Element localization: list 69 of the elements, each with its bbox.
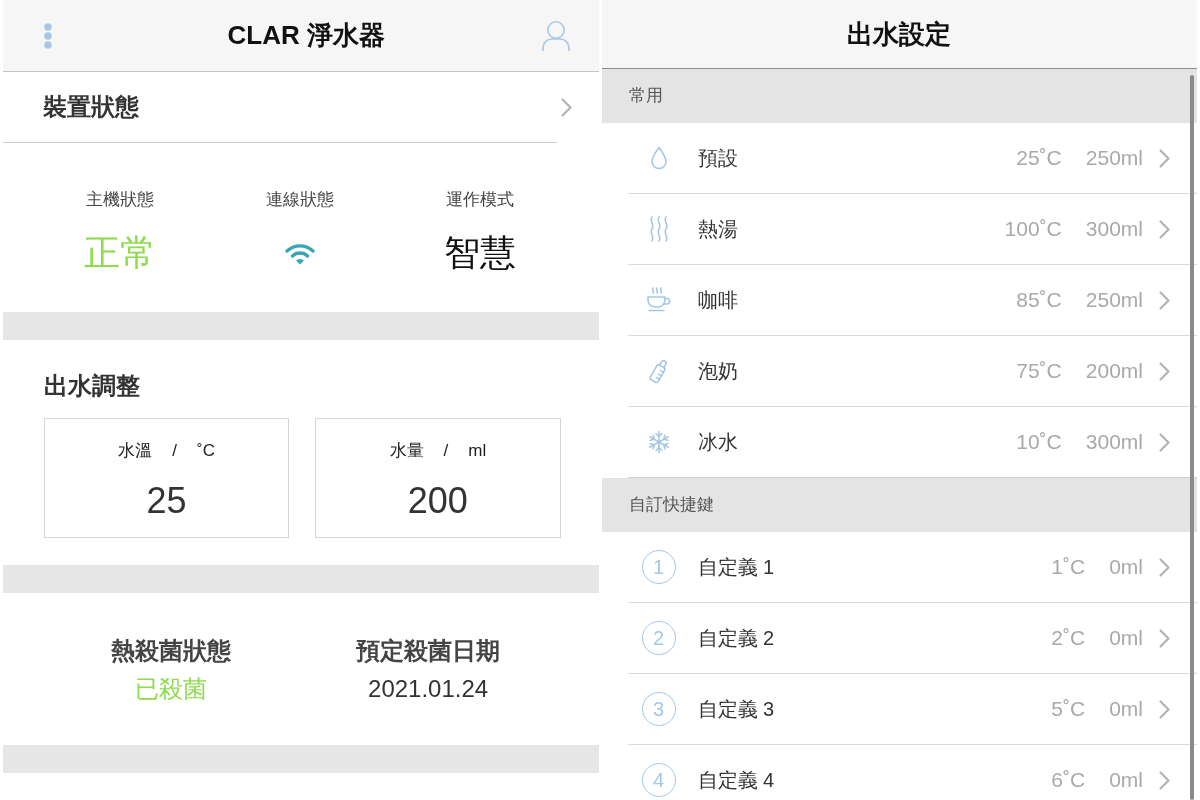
status-value: 智慧 (444, 231, 517, 275)
chevron-right-icon (1159, 557, 1170, 577)
info-value: 2021.01.24 (368, 674, 489, 704)
temperature-value: 10˚C (1016, 429, 1062, 456)
volume-value: 300ml (1085, 429, 1143, 456)
volume-value: 250ml (1085, 287, 1143, 314)
volume-value: 200ml (1085, 358, 1143, 385)
temperature-value: 5˚C (1051, 696, 1086, 723)
chevron-right-icon (1159, 699, 1170, 719)
status-label: 運作模式 (446, 189, 515, 211)
app-title: CLAR 淨水器 (227, 19, 385, 52)
preset-name: 熱湯 (697, 217, 738, 242)
volume-value: 300ml (1085, 216, 1143, 243)
separator-text: / (172, 440, 177, 462)
temperature-value: 100˚C (1004, 216, 1062, 243)
temperature-value: 2˚C (1051, 625, 1086, 652)
status-value: 正常 (84, 231, 157, 275)
temperature-value: 75˚C (1016, 358, 1062, 385)
chevron-right-icon (1159, 219, 1170, 239)
setting-label: 水溫 (118, 440, 153, 462)
preset-name: 冰水 (697, 430, 738, 455)
info-label: 熱殺菌狀態 (111, 636, 232, 666)
preset-name: 咖啡 (697, 288, 738, 313)
status-label: 連線狀態 (266, 189, 335, 211)
chevron-right-icon (1159, 432, 1170, 452)
unit-label: ˚C (197, 440, 215, 462)
menu-icon[interactable] (42, 22, 54, 49)
section-title: 裝置狀態 (43, 92, 139, 122)
volume-value: 250ml (1085, 145, 1143, 172)
preset-name: 自定義 4 (697, 768, 775, 793)
temperature-value: 85˚C (1016, 287, 1062, 314)
steam-lines-icon (647, 216, 670, 242)
setting-label: 水量 (389, 440, 424, 462)
setting-card[interactable]: 水量 / ml 200 (315, 418, 561, 538)
chevron-right-icon (1159, 361, 1170, 381)
temperature-value: 1˚C (1051, 554, 1086, 581)
chevron-right-icon (560, 97, 572, 117)
info-value: 已殺菌 (135, 674, 208, 704)
snowflake-icon (646, 430, 671, 454)
chevron-right-icon (1159, 148, 1170, 168)
device-status-row[interactable]: 裝置狀態 (3, 72, 599, 142)
section-title: 常用 (628, 85, 663, 108)
temperature-value: 6˚C (1051, 767, 1086, 794)
chevron-right-icon (1159, 628, 1170, 648)
chevron-right-icon (1159, 290, 1170, 310)
preset-name: 預設 (697, 146, 738, 171)
unit-label: ml (468, 440, 487, 462)
preset-name: 自定義 2 (697, 626, 775, 651)
coffee-cup-icon (645, 287, 672, 313)
preset-name: 泡奶 (697, 359, 738, 384)
preset-name: 自定義 1 (697, 555, 775, 580)
status-label: 主機狀態 (86, 189, 155, 211)
setting-value: 25 (146, 479, 187, 523)
water-drop-icon (649, 146, 668, 170)
volume-value: 0ml (1109, 625, 1143, 652)
setting-value: 200 (407, 479, 468, 523)
page-title: 出水設定 (847, 17, 952, 51)
separator-text: / (443, 440, 449, 462)
user-icon[interactable] (540, 19, 571, 52)
preset-name: 自定義 3 (697, 697, 775, 722)
volume-value: 0ml (1109, 554, 1143, 581)
setting-card[interactable]: 水溫 / ˚C 25 (44, 418, 290, 538)
section-title: 自訂快捷鍵 (628, 494, 714, 517)
volume-value: 0ml (1109, 767, 1143, 794)
chevron-right-icon (1159, 770, 1170, 790)
temperature-value: 25˚C (1016, 145, 1062, 172)
info-label: 預定殺菌日期 (356, 636, 501, 666)
volume-value: 0ml (1109, 696, 1143, 723)
section-title: 出水調整 (44, 371, 140, 401)
